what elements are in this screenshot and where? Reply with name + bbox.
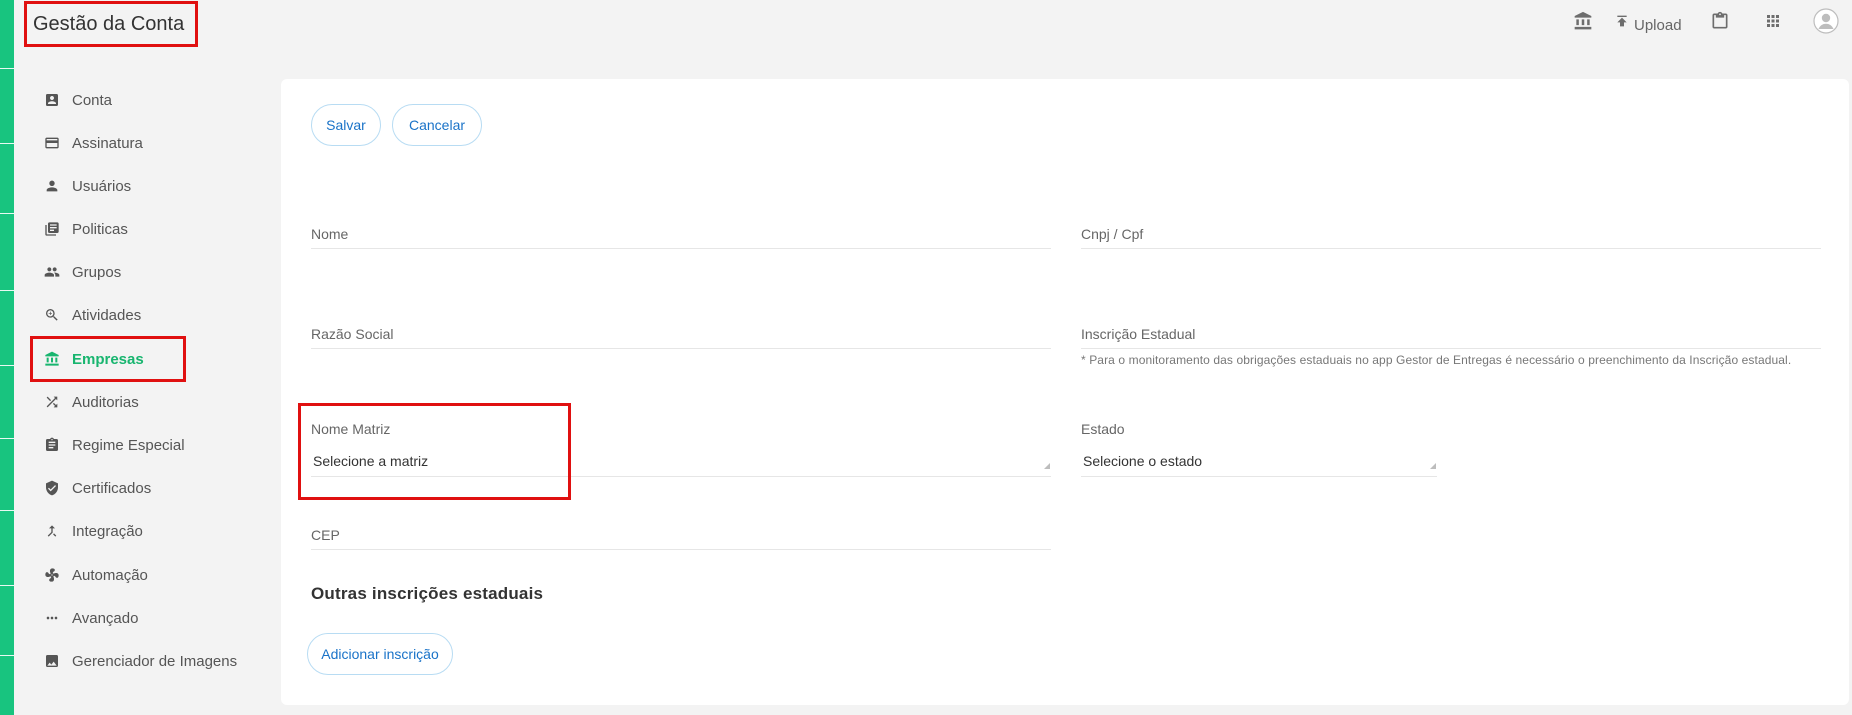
sidebar-item-gerenciador-imagens[interactable]: Gerenciador de Imagens bbox=[44, 644, 254, 678]
more-horiz-icon bbox=[44, 610, 60, 626]
outras-inscricoes-title: Outras inscrições estaduais bbox=[311, 584, 544, 603]
sidebar-item-atividades[interactable]: Atividades bbox=[44, 298, 254, 332]
sidebar-item-label: Conta bbox=[72, 91, 113, 109]
razao-social-label: Razão Social bbox=[311, 326, 394, 342]
estado-underline bbox=[1081, 476, 1437, 477]
clipboard-icon[interactable] bbox=[1710, 10, 1730, 32]
inscricao-note: * Para o monitoramento das obrigações es… bbox=[1081, 353, 1792, 367]
cep-input[interactable] bbox=[311, 549, 1051, 550]
highlight-box-empresas bbox=[30, 336, 186, 382]
sidebar-item-automacao[interactable]: Automação bbox=[44, 558, 254, 592]
sidebar-item-label: Grupos bbox=[72, 263, 122, 281]
sidebar-item-integracao[interactable]: Integração bbox=[44, 514, 254, 548]
apps-icon[interactable] bbox=[1764, 12, 1782, 30]
upload-button[interactable]: Upload bbox=[1634, 17, 1682, 34]
sidebar-item-grupos[interactable]: Grupos bbox=[44, 255, 254, 289]
sidebar-item-certificados[interactable]: Certificados bbox=[44, 471, 254, 505]
sidebar-item-auditorias[interactable]: Auditorias bbox=[44, 385, 254, 419]
cnpj-input[interactable] bbox=[1081, 248, 1821, 249]
sidebar-item-label: Usuários bbox=[72, 177, 132, 195]
sidebar-item-label: Assinatura bbox=[72, 134, 143, 152]
assignment-icon bbox=[44, 437, 60, 453]
upload-icon[interactable] bbox=[1614, 12, 1630, 30]
sidebar-item-label: Avançado bbox=[72, 609, 139, 627]
avatar-icon[interactable] bbox=[1813, 8, 1839, 34]
estado-select[interactable]: Selecione o estado bbox=[1083, 453, 1202, 469]
merge-icon bbox=[44, 523, 60, 539]
resize-handle-icon bbox=[1430, 463, 1436, 469]
sidebar-item-regime-especial[interactable]: Regime Especial bbox=[44, 428, 254, 462]
account-box-icon bbox=[44, 92, 60, 108]
resize-handle-icon bbox=[1044, 463, 1050, 469]
sidebar-item-conta[interactable]: Conta bbox=[44, 83, 254, 117]
add-inscricao-button[interactable]: Adicionar inscrição bbox=[307, 633, 453, 675]
form-card bbox=[281, 79, 1849, 705]
save-button[interactable]: Salvar bbox=[311, 104, 381, 146]
sidebar-item-label: Auditorias bbox=[72, 393, 139, 411]
sidebar-item-usuarios[interactable]: Usuários bbox=[44, 169, 254, 203]
highlight-box-matriz bbox=[298, 403, 571, 500]
inscricao-estadual-label: Inscrição Estadual bbox=[1081, 326, 1196, 342]
credit-card-icon bbox=[44, 135, 60, 151]
sidebar-item-label: Certificados bbox=[72, 479, 152, 497]
cnpj-label: Cnpj / Cpf bbox=[1081, 226, 1144, 242]
fan-icon bbox=[44, 567, 60, 583]
sidebar-item-label: Automação bbox=[72, 566, 148, 584]
zoom-in-icon bbox=[44, 307, 60, 323]
page-title: Gestão da Conta bbox=[24, 1, 198, 47]
shuffle-icon bbox=[44, 394, 60, 410]
sidebar-item-label: Integração bbox=[72, 522, 143, 540]
group-icon bbox=[44, 264, 60, 280]
estado-label: Estado bbox=[1081, 421, 1125, 437]
sidebar-item-label: Regime Especial bbox=[72, 436, 185, 454]
cancel-button[interactable]: Cancelar bbox=[392, 104, 482, 146]
left-accent-strip bbox=[0, 0, 14, 715]
image-icon bbox=[44, 653, 60, 669]
sidebar-item-label: Politicas bbox=[72, 220, 128, 238]
person-icon bbox=[44, 178, 60, 194]
nome-input[interactable] bbox=[311, 248, 1051, 249]
library-books-icon bbox=[44, 221, 60, 237]
sidebar-item-label: Atividades bbox=[72, 306, 142, 324]
shield-check-icon bbox=[44, 480, 60, 496]
nome-label: Nome bbox=[311, 226, 349, 242]
sidebar-item-label: Gerenciador de Imagens bbox=[72, 652, 238, 670]
sidebar-item-avancado[interactable]: Avançado bbox=[44, 601, 254, 635]
sidebar-item-assinatura[interactable]: Assinatura bbox=[44, 126, 254, 160]
razao-social-input[interactable] bbox=[311, 348, 1051, 349]
bank-icon[interactable] bbox=[1573, 10, 1593, 32]
cep-label: CEP bbox=[311, 527, 340, 543]
sidebar-item-politicas[interactable]: Politicas bbox=[44, 212, 254, 246]
inscricao-estadual-input[interactable] bbox=[1081, 348, 1821, 349]
